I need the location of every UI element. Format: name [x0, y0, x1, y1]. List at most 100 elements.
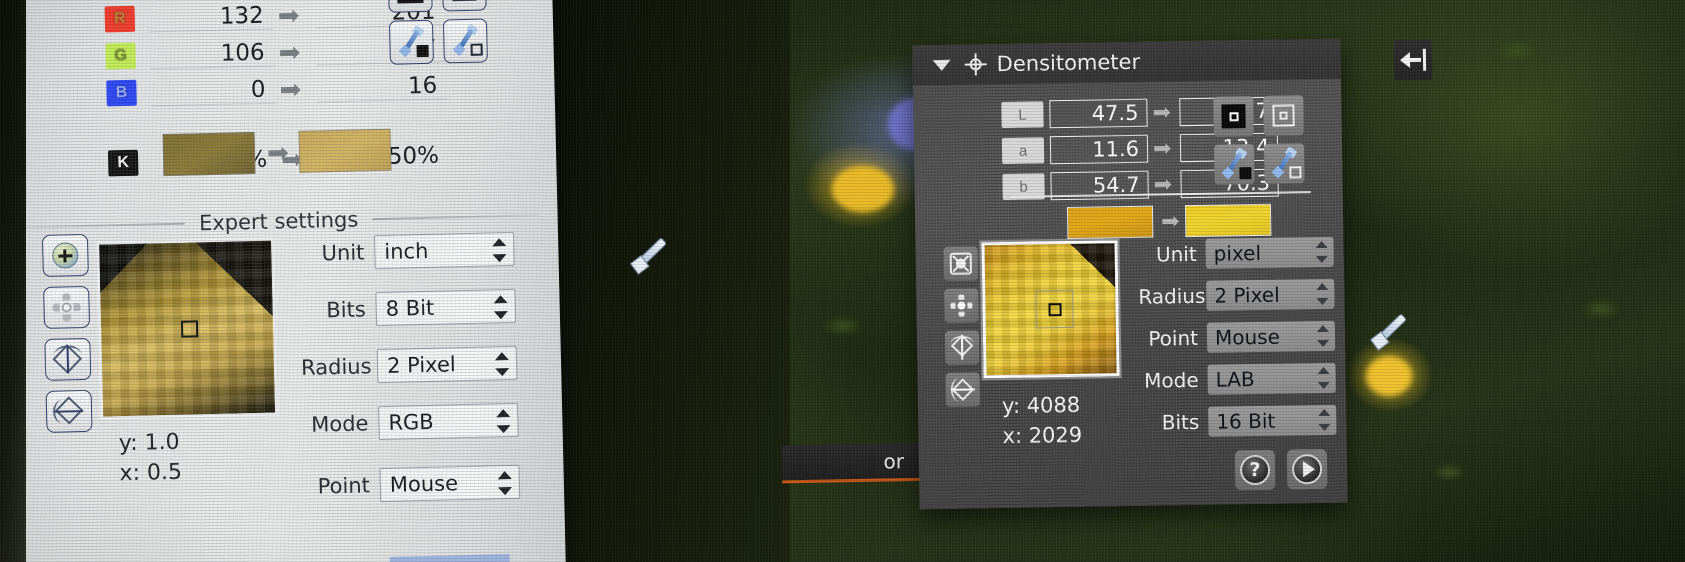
- arrow-icon: ➡: [277, 0, 298, 31]
- field-row-point: Point Mouse: [1139, 320, 1336, 354]
- label-bits: Bits: [326, 297, 367, 323]
- pixel-zoom-preview[interactable]: [96, 237, 279, 420]
- select-point[interactable]: Mouse: [1206, 320, 1336, 353]
- densitometer-panel: Densitometer L 47.5 ➡ 66.7 a 11.6 ➡ 13.4…: [912, 38, 1348, 510]
- channel-badge-g: G: [105, 42, 136, 70]
- monitor-bezel-edge: [0, 0, 26, 562]
- chevron-down-icon[interactable]: [932, 59, 951, 71]
- panel-bottom-strip: [389, 554, 510, 562]
- field-row-unit: Unit inch: [298, 231, 515, 271]
- flip-vertical-icon[interactable]: [45, 389, 93, 433]
- pan-navigate-icon[interactable]: [43, 285, 91, 329]
- select-radius[interactable]: 2 Pixel: [1206, 278, 1335, 311]
- pick-point-filled-icon[interactable]: [1213, 96, 1254, 137]
- select-bits[interactable]: 16 Bit: [1208, 404, 1337, 437]
- eyedropper-filled-icon[interactable]: [388, 19, 434, 65]
- label-point: Point: [1148, 325, 1199, 351]
- run-button[interactable]: [1286, 448, 1328, 490]
- label-bits: Bits: [1161, 409, 1200, 435]
- field-row-bits: Bits 8 Bit: [299, 288, 517, 328]
- coordinate-x: x: 2029: [1002, 422, 1083, 448]
- sample-point-marker: [1048, 303, 1062, 317]
- eyedropper-cursor-secondary[interactable]: [1369, 307, 1421, 359]
- label-unit: Unit: [1155, 241, 1197, 267]
- collapse-panel-arrow-icon[interactable]: [1393, 39, 1433, 81]
- help-icon: ?: [1239, 454, 1271, 486]
- stepper-icon[interactable]: [1315, 240, 1328, 264]
- densitometer-classic-panel: R 132 ➡ 201 G 106 ➡ 167 B 0 ➡ 16 K 69% ➡: [0, 0, 566, 562]
- arrow-icon: ➡: [1160, 208, 1178, 234]
- pick-point-hollow-icon[interactable]: [442, 0, 488, 12]
- field-row-radius: Radius 2 Pixel: [1138, 278, 1335, 312]
- densitometer-target-icon: [964, 53, 987, 76]
- channel-before-r: 132: [148, 1, 275, 32]
- stepper-icon[interactable]: [492, 237, 507, 263]
- lab-before-a[interactable]: 11.6: [1049, 134, 1149, 165]
- label-point: Point: [317, 473, 371, 499]
- pick-point-hollow-icon[interactable]: [1263, 95, 1305, 136]
- eyedropper-filled-icon[interactable]: [1213, 144, 1255, 185]
- stepper-icon[interactable]: [1318, 408, 1331, 432]
- arrow-icon: ➡: [266, 137, 288, 168]
- pixel-zoom-preview[interactable]: [979, 238, 1122, 381]
- select-unit[interactable]: inch: [373, 231, 515, 270]
- field-row-radius: Radius 2 Pixel: [300, 345, 518, 385]
- stepper-icon[interactable]: [494, 351, 510, 377]
- coordinate-y: y: 4088: [1001, 392, 1081, 419]
- label-radius: Radius: [300, 354, 372, 380]
- color-comparison: ➡: [1066, 203, 1272, 239]
- zoom-reset-icon[interactable]: [943, 246, 979, 281]
- densitometer-action-buttons: ?: [1234, 448, 1328, 491]
- arrow-left-to-bar-icon: [1399, 48, 1427, 71]
- cut-off-label: or: [781, 442, 935, 484]
- lab-before-l[interactable]: 47.5: [1049, 98, 1148, 129]
- screenshot-stage: R 132 ➡ 201 G 106 ➡ 167 B 0 ➡ 16 K 69% ➡: [0, 0, 1685, 562]
- field-row-mode: Mode LAB: [1139, 362, 1336, 396]
- select-point[interactable]: Mouse: [379, 464, 521, 503]
- flip-horizontal-icon[interactable]: [44, 337, 92, 381]
- eyedropper-cursor[interactable]: [629, 231, 681, 283]
- select-mode[interactable]: RGB: [378, 402, 519, 441]
- channel-badge-r: R: [104, 5, 136, 33]
- flip-vertical-icon[interactable]: [945, 372, 981, 407]
- classic-nav-buttons: [41, 233, 93, 443]
- coordinate-x: x: 0.5: [119, 460, 183, 487]
- swatch-before: [1066, 205, 1154, 239]
- arrow-icon: ➡: [1152, 135, 1170, 161]
- field-row-mode: Mode RGB: [302, 402, 519, 442]
- eyedropper-hollow-icon[interactable]: [1264, 143, 1306, 184]
- blossom-yellow-2: [1366, 356, 1412, 396]
- label-mode: Mode: [310, 411, 369, 437]
- zoom-in-icon[interactable]: [41, 233, 89, 277]
- stepper-icon[interactable]: [493, 294, 508, 320]
- channel-badge-k: K: [107, 149, 139, 177]
- eyedropper-hollow-icon[interactable]: [443, 18, 489, 64]
- help-button[interactable]: ?: [1234, 449, 1276, 491]
- channel-before-b: 0: [150, 75, 276, 106]
- stepper-icon[interactable]: [1316, 324, 1330, 348]
- field-row-bits: Bits 16 Bit: [1140, 404, 1337, 438]
- stepper-icon[interactable]: [1317, 366, 1330, 390]
- select-mode[interactable]: LAB: [1207, 362, 1336, 395]
- label-unit: Unit: [321, 240, 365, 266]
- arrow-icon: ➡: [1152, 99, 1170, 125]
- channel-after-b: 16: [316, 71, 448, 102]
- select-radius[interactable]: 2 Pixel: [376, 345, 518, 384]
- channel-before-g: 106: [149, 38, 275, 69]
- pan-navigate-icon[interactable]: [944, 288, 979, 323]
- densitometer-tool-buttons: [1213, 95, 1311, 193]
- densitometer-titlebar[interactable]: Densitometer: [912, 38, 1341, 86]
- flip-horizontal-icon[interactable]: [944, 330, 980, 365]
- stepper-icon[interactable]: [496, 408, 511, 434]
- pick-point-filled-icon[interactable]: [387, 0, 433, 13]
- stepper-icon[interactable]: [1316, 282, 1329, 306]
- cursor-coordinates: y: 4088 x: 2029: [1002, 391, 1083, 452]
- stepper-icon[interactable]: [497, 470, 513, 496]
- swatch-after: [1185, 203, 1272, 238]
- play-icon: [1291, 454, 1323, 485]
- classic-color-comparison: ➡: [162, 128, 392, 177]
- divider-line-right: [372, 214, 538, 221]
- select-bits[interactable]: 8 Bit: [375, 288, 517, 327]
- arrow-icon: ➡: [278, 36, 299, 68]
- select-unit[interactable]: pixel: [1205, 236, 1334, 269]
